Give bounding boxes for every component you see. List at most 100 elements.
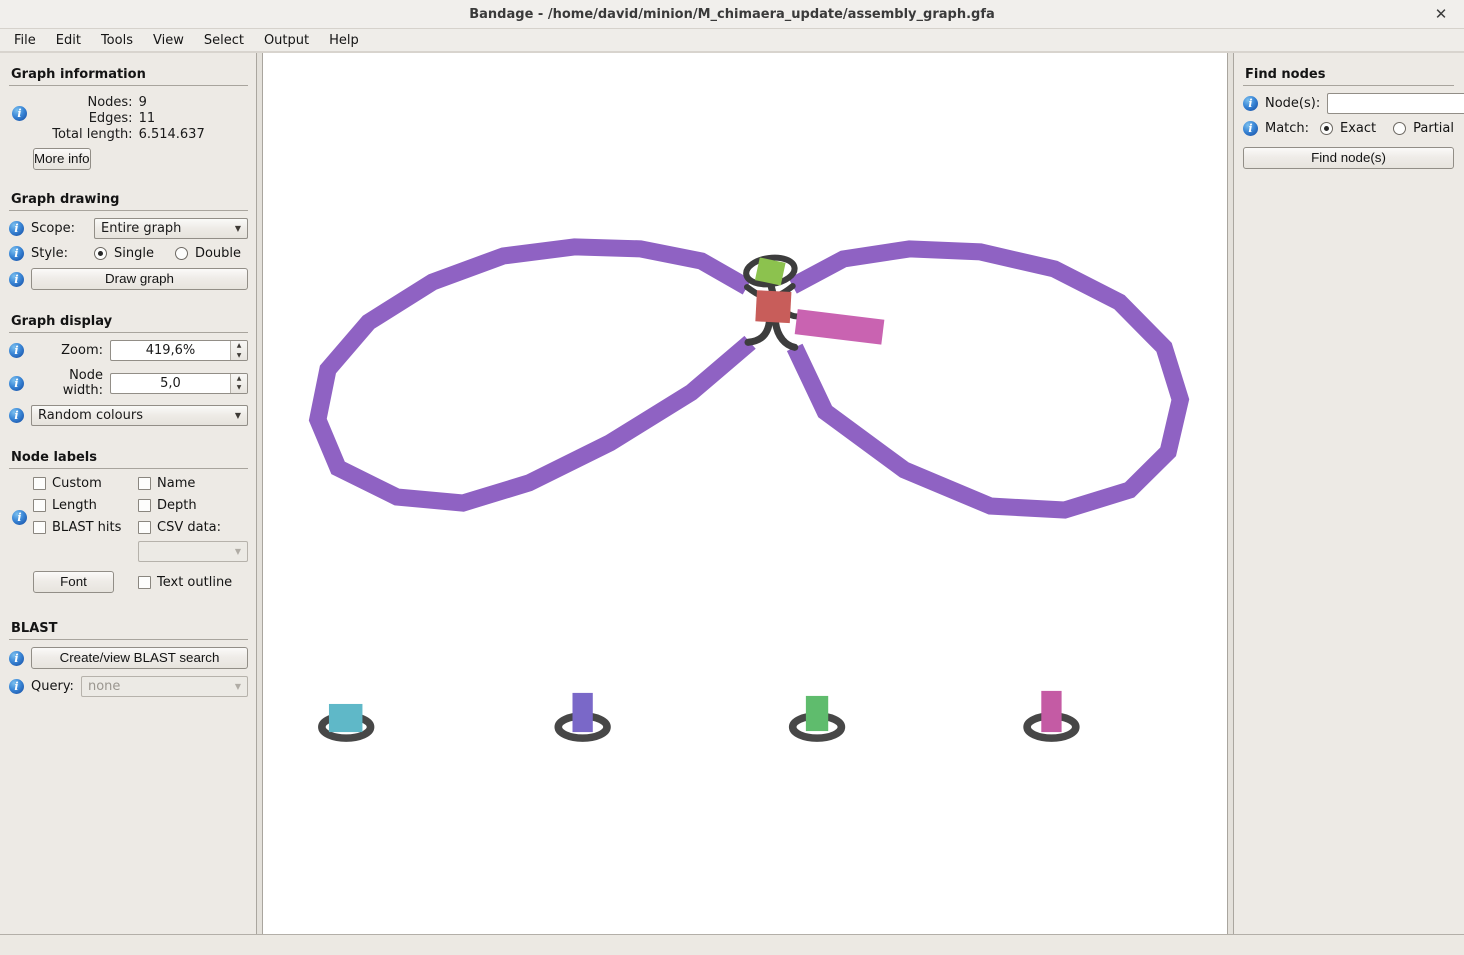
node-labels-block: i Custom Name Length Depth BLAST hits CS… xyxy=(9,476,248,593)
menu-view[interactable]: View xyxy=(143,31,194,50)
close-icon[interactable]: ✕ xyxy=(1430,0,1452,29)
divider xyxy=(1243,85,1454,86)
text-outline-checkbox[interactable] xyxy=(138,576,151,589)
create-view-blast-search-button[interactable]: Create/view BLAST search xyxy=(31,647,248,669)
blast-hits-checkbox[interactable] xyxy=(33,521,46,534)
bottom-node-teal[interactable] xyxy=(329,704,362,732)
info-icon[interactable]: i xyxy=(12,106,27,121)
chevron-down-icon: ▼ xyxy=(235,411,241,420)
csv-data-label: CSV data: xyxy=(157,520,221,535)
depth-checkbox[interactable] xyxy=(138,499,151,512)
colour-scheme-dropdown[interactable]: Random colours ▼ xyxy=(31,405,248,426)
name-label: Name xyxy=(157,476,195,491)
node-width-value: 5,0 xyxy=(111,374,230,393)
node-width-spinner[interactable]: 5,0 ▲▼ xyxy=(110,373,248,394)
spin-up-icon[interactable]: ▲ xyxy=(231,341,247,351)
graph-information-block: i Nodes: 9 Edges: 11 Total length: 6.514… xyxy=(9,93,248,144)
nodes-search-input[interactable] xyxy=(1327,93,1464,114)
length-checkbox[interactable] xyxy=(33,499,46,512)
menu-edit[interactable]: Edit xyxy=(46,31,91,50)
pink-center-node[interactable] xyxy=(795,309,885,344)
name-checkbox[interactable] xyxy=(138,477,151,490)
style-double-label: Double xyxy=(195,246,241,261)
info-icon[interactable]: i xyxy=(9,408,24,423)
scope-dropdown[interactable]: Entire graph ▼ xyxy=(94,218,248,239)
query-label: Query: xyxy=(31,679,74,694)
match-exact-radio[interactable] xyxy=(1320,122,1333,135)
left-loop-node[interactable] xyxy=(318,247,750,503)
query-value: none xyxy=(88,679,229,694)
bottom-node-pink[interactable] xyxy=(1041,691,1061,732)
info-icon[interactable]: i xyxy=(9,651,24,666)
find-nodes-button[interactable]: Find node(s) xyxy=(1243,147,1454,169)
colour-scheme-value: Random colours xyxy=(38,408,229,423)
info-icon[interactable]: i xyxy=(9,343,24,358)
graph-drawing-title: Graph drawing xyxy=(11,192,248,207)
match-partial-radio[interactable] xyxy=(1393,122,1406,135)
scope-label: Scope: xyxy=(31,221,87,236)
csv-data-dropdown: ▼ xyxy=(138,541,248,562)
menu-file[interactable]: File xyxy=(4,31,46,50)
right-loop-node[interactable] xyxy=(793,249,1181,510)
info-icon[interactable]: i xyxy=(9,221,24,236)
divider xyxy=(9,468,248,469)
text-outline-label: Text outline xyxy=(157,575,232,590)
menu-output[interactable]: Output xyxy=(254,31,319,50)
length-label: Length xyxy=(52,498,97,513)
edge-red-to-lowerright xyxy=(775,322,794,347)
window-title: Bandage - /home/david/minion/M_chimaera_… xyxy=(0,0,1464,29)
zoom-label: Zoom: xyxy=(31,343,103,358)
spin-up-icon[interactable]: ▲ xyxy=(231,374,247,384)
divider xyxy=(9,210,248,211)
match-partial-label: Partial xyxy=(1413,121,1454,136)
zoom-spinner[interactable]: 419,6% ▲▼ xyxy=(110,340,248,361)
info-icon[interactable]: i xyxy=(12,510,27,525)
menu-bar: File Edit Tools View Select Output Help xyxy=(0,29,1464,53)
menu-tools[interactable]: Tools xyxy=(91,31,143,50)
depth-label: Depth xyxy=(157,498,197,513)
info-icon[interactable]: i xyxy=(9,679,24,694)
style-double-radio[interactable] xyxy=(175,247,188,260)
blast-hits-label: BLAST hits xyxy=(52,520,121,535)
match-label: Match: xyxy=(1265,121,1313,136)
info-icon[interactable]: i xyxy=(9,272,24,287)
info-icon[interactable]: i xyxy=(9,246,24,261)
style-single-label: Single xyxy=(114,246,154,261)
find-nodes-title: Find nodes xyxy=(1245,67,1454,82)
assembly-graph-canvas[interactable] xyxy=(262,53,1228,934)
divider xyxy=(9,85,248,86)
chevron-down-icon: ▼ xyxy=(235,682,241,691)
more-info-button[interactable]: More info xyxy=(33,148,91,170)
bandage-window: Bandage - /home/david/minion/M_chimaera_… xyxy=(0,0,1464,955)
spin-down-icon[interactable]: ▼ xyxy=(231,383,247,393)
edges-count-label: Edges: xyxy=(52,111,132,126)
divider xyxy=(9,639,248,640)
draw-graph-button[interactable]: Draw graph xyxy=(31,268,248,290)
style-label: Style: xyxy=(31,246,87,261)
node-width-label: Node width: xyxy=(31,368,103,398)
query-dropdown: none ▼ xyxy=(81,676,248,697)
info-icon[interactable]: i xyxy=(9,376,24,391)
custom-checkbox[interactable] xyxy=(33,477,46,490)
control-sidebar: Graph information i Nodes: 9 Edges: 11 T… xyxy=(0,53,262,934)
bottom-node-green[interactable] xyxy=(806,696,828,731)
find-nodes-sidebar: Find nodes i Node(s): i Match: Exact Par… xyxy=(1228,53,1464,934)
font-button[interactable]: Font xyxy=(33,571,114,593)
edges-count-value: 11 xyxy=(139,111,205,126)
spinner-arrows[interactable]: ▲▼ xyxy=(230,374,247,393)
csv-data-checkbox[interactable] xyxy=(138,521,151,534)
spin-down-icon[interactable]: ▼ xyxy=(231,351,247,361)
menu-select[interactable]: Select xyxy=(194,31,254,50)
status-bar xyxy=(0,934,1464,955)
red-center-node[interactable] xyxy=(755,290,791,323)
style-single-radio[interactable] xyxy=(94,247,107,260)
bottom-node-purple[interactable] xyxy=(572,693,592,732)
info-icon[interactable]: i xyxy=(1243,96,1258,111)
node-labels-title: Node labels xyxy=(11,450,248,465)
graph-display-title: Graph display xyxy=(11,314,248,329)
info-icon[interactable]: i xyxy=(1243,121,1258,136)
graph-information-title: Graph information xyxy=(11,67,248,82)
match-exact-label: Exact xyxy=(1340,121,1376,136)
menu-help[interactable]: Help xyxy=(319,31,369,50)
spinner-arrows[interactable]: ▲▼ xyxy=(230,341,247,360)
